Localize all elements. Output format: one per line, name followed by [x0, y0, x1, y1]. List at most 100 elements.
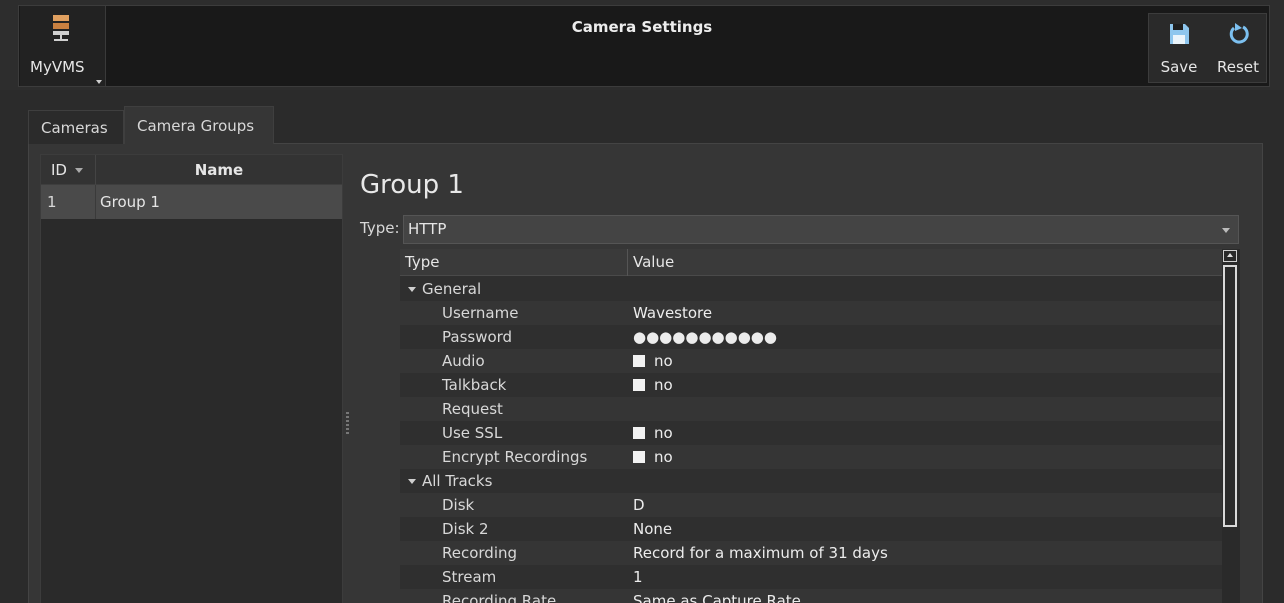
expand-arrow-icon[interactable] — [408, 479, 416, 484]
column-header-id[interactable]: ID — [41, 155, 96, 185]
toolbar: Save Reset — [1148, 13, 1267, 83]
type-select-value: HTTP — [408, 220, 447, 238]
property-tree: Type Value General Username Wavestore Passw… — [400, 249, 1240, 603]
property-value-text: no — [654, 376, 673, 394]
property-value-text: None — [633, 520, 673, 538]
property-value[interactable]: D — [633, 493, 645, 517]
group-title: Group 1 — [360, 170, 464, 200]
reset-icon — [1229, 23, 1249, 44]
tab-cameras[interactable]: Cameras — [28, 110, 124, 144]
group-id-cell: 1 — [41, 185, 96, 219]
table-row[interactable]: 1 Group 1 — [41, 185, 342, 219]
property-name-text: General — [422, 280, 482, 298]
property-name-text: All Tracks — [422, 472, 493, 490]
save-icon — [1170, 24, 1189, 44]
property-value-text: 1 — [633, 568, 643, 586]
property-name-text: Password — [442, 328, 513, 346]
property-value-text: no — [654, 424, 673, 442]
property-name-text: Disk — [442, 496, 475, 514]
property-value-text: D — [633, 496, 645, 514]
chevron-down-icon — [1222, 228, 1230, 233]
property-name: Disk — [442, 493, 474, 517]
property-value[interactable]: 1 — [633, 565, 643, 589]
type-label: Type: — [360, 219, 400, 237]
property-name: Recording Rate — [442, 589, 556, 603]
property-value[interactable]: Same as Capture Rate — [633, 589, 801, 603]
property-rows: General Username Wavestore Password ●●●●●●●●… — [400, 277, 1222, 603]
property-value-text: Same as Capture Rate — [633, 592, 801, 603]
property-section[interactable]: All Tracks — [400, 469, 1222, 493]
property-name: Encrypt Recordings — [442, 445, 587, 469]
checkbox[interactable] — [633, 427, 645, 439]
property-name-text: Recording — [442, 544, 518, 562]
property-name: Recording — [442, 541, 517, 565]
app-name: MyVMS — [30, 58, 85, 76]
property-name: Talkback — [442, 373, 506, 397]
property-row[interactable]: Disk D — [400, 493, 1222, 517]
property-name-text: Talkback — [442, 376, 507, 394]
property-name: All Tracks — [408, 469, 492, 493]
property-name-text: Audio — [442, 352, 485, 370]
expand-arrow-icon[interactable] — [408, 287, 416, 292]
property-value: no — [633, 445, 673, 469]
property-row[interactable]: Request — [400, 397, 1222, 421]
property-row[interactable]: Talkback no — [400, 373, 1222, 397]
scrollbar-thumb[interactable] — [1223, 265, 1237, 527]
property-row[interactable]: Recording Record for a maximum of 31 days — [400, 541, 1222, 565]
property-value[interactable]: ●●●●●●●●●●● — [633, 325, 777, 349]
checkbox[interactable] — [633, 355, 645, 367]
property-name-text: Disk 2 — [442, 520, 489, 538]
property-value[interactable]: Wavestore — [633, 301, 712, 325]
checkbox[interactable] — [633, 451, 645, 463]
top-bar — [0, 0, 1284, 90]
property-name: Password — [442, 325, 512, 349]
property-row[interactable]: Disk 2 None — [400, 517, 1222, 541]
property-row[interactable]: Username Wavestore — [400, 301, 1222, 325]
property-value-text: Wavestore — [633, 304, 713, 322]
tab-camera-groups[interactable]: Camera Groups — [124, 106, 274, 144]
group-name-cell: Group 1 — [100, 193, 160, 211]
property-name-text: Encrypt Recordings — [442, 448, 588, 466]
sort-desc-icon — [74, 168, 83, 173]
property-row[interactable]: Recording Rate Same as Capture Rate — [400, 589, 1222, 603]
property-name-text: Use SSL — [442, 424, 503, 442]
column-header-id-label: ID — [51, 161, 67, 179]
property-value[interactable]: None — [633, 517, 672, 541]
save-label: Save — [1160, 58, 1198, 76]
type-select[interactable]: HTTP — [403, 215, 1239, 244]
property-value-text: ●●●●●●●●●●● — [633, 328, 777, 346]
property-name: Stream — [442, 565, 496, 589]
checkbox[interactable] — [633, 379, 645, 391]
property-name-text: Username — [442, 304, 519, 322]
property-value-text: no — [654, 352, 673, 370]
group-list: ID Name 1 Group 1 — [40, 154, 343, 603]
property-row[interactable]: Encrypt Recordings no — [400, 445, 1222, 469]
property-row[interactable]: Audio no — [400, 349, 1222, 373]
save-button[interactable]: Save — [1151, 14, 1207, 82]
property-section[interactable]: General — [400, 277, 1222, 301]
property-name: Disk 2 — [442, 517, 489, 541]
property-name-text: Stream — [442, 568, 497, 586]
property-row[interactable]: Stream 1 — [400, 565, 1222, 589]
scroll-up-button[interactable] — [1223, 250, 1237, 262]
column-header-value[interactable]: Value — [628, 249, 1222, 276]
chevron-down-icon — [96, 80, 102, 84]
property-name: Use SSL — [442, 421, 502, 445]
column-header-name[interactable]: Name — [96, 155, 342, 185]
property-row[interactable]: Use SSL no — [400, 421, 1222, 445]
window-title: Camera Settings — [571, 18, 713, 36]
property-name: Username — [442, 301, 518, 325]
property-value-text: no — [654, 448, 673, 466]
property-name-text: Recording Rate — [442, 592, 557, 603]
property-value-text: Record for a maximum of 31 days — [633, 544, 888, 562]
splitter-handle[interactable] — [346, 412, 349, 436]
property-row[interactable]: Password ●●●●●●●●●●● — [400, 325, 1222, 349]
column-header-type[interactable]: Type — [400, 249, 628, 276]
property-value[interactable]: Record for a maximum of 31 days — [633, 541, 888, 565]
property-name: Request — [442, 397, 503, 421]
reset-button[interactable]: Reset — [1210, 14, 1266, 82]
property-value: no — [633, 421, 673, 445]
property-value: no — [633, 349, 673, 373]
vertical-scrollbar[interactable] — [1222, 249, 1240, 603]
property-name: General — [408, 277, 481, 301]
